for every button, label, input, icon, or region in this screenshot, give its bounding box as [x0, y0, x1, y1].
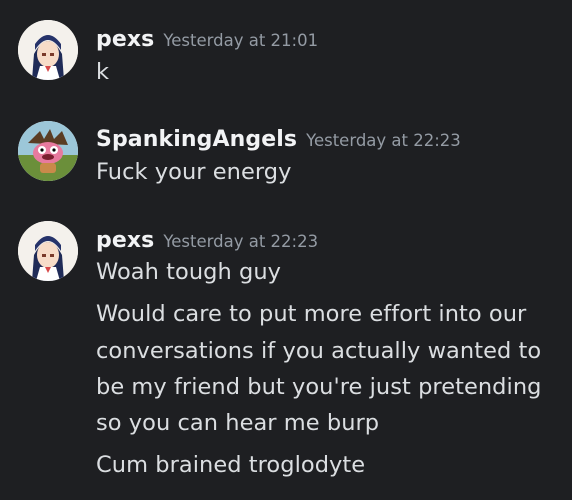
message-text: Woah tough guy: [96, 259, 281, 285]
anime-girl-avatar-icon[interactable]: [18, 20, 78, 80]
message-text: k: [96, 59, 110, 85]
message-text: Fuck your energy: [96, 159, 292, 185]
message-text: be my friend but you're just pretending: [96, 374, 542, 400]
anime-girl-avatar-icon[interactable]: [18, 221, 78, 281]
message-text: Would care to put more effort into our: [96, 301, 527, 327]
timestamp[interactable]: Yesterday at 21:01: [163, 31, 318, 50]
cartoon-dog-avatar-icon[interactable]: [18, 121, 78, 181]
message-text: so you can hear me burp: [96, 410, 380, 436]
message-text: conversations if you actually wanted to: [96, 338, 542, 364]
username[interactable]: pexs: [96, 27, 154, 52]
timestamp[interactable]: Yesterday at 22:23: [306, 131, 461, 150]
timestamp[interactable]: Yesterday at 22:23: [163, 232, 318, 251]
message-text: Cum brained troglodyte: [96, 452, 366, 478]
username[interactable]: pexs: [96, 228, 154, 253]
username[interactable]: SpankingAngels: [96, 127, 297, 152]
